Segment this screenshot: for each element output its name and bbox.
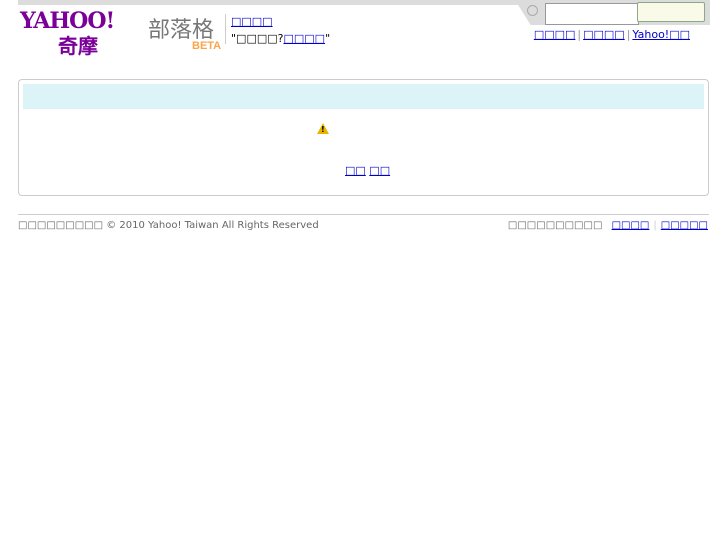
message-link-1[interactable]: □□: [345, 164, 366, 177]
footer-link-2[interactable]: □□□□□: [661, 220, 708, 231]
quote-text: "□□□□?: [231, 32, 284, 45]
top-links: □□□□ | □□□□ | Yahoo!□□: [533, 28, 690, 41]
message-header-band: [23, 84, 704, 109]
top-link-1[interactable]: □□□□: [534, 28, 576, 41]
top-link-2[interactable]: □□□□: [583, 28, 625, 41]
search-button[interactable]: [637, 2, 705, 22]
copyright: □□□□□□□□□ © 2010 Yahoo! Taiwan All Right…: [18, 220, 319, 231]
qimo-logo-text: 奇摩: [58, 34, 98, 58]
warning-icon: !: [317, 123, 329, 134]
footer-link-1[interactable]: □□□□: [612, 220, 650, 231]
message-link-2[interactable]: □□: [369, 164, 390, 177]
top-bar: [18, 0, 518, 5]
quote-link[interactable]: □□□□: [283, 32, 325, 45]
search-icon: [527, 5, 538, 16]
yahoo-blog-logo[interactable]: YAHOO! 奇摩 部落格 BETA: [20, 8, 222, 58]
quote-close: ": [325, 32, 331, 45]
footer-text: □□□□□□□□□□: [507, 220, 603, 231]
top-link-yahoo[interactable]: Yahoo!□□: [632, 28, 690, 41]
message-box: ! □□ □□: [18, 79, 709, 196]
footer-divider: [18, 214, 709, 215]
divider: [225, 14, 226, 44]
message-links: □□ □□: [345, 164, 390, 177]
footer-links: □□□□□□□□□□ □□□□ | □□□□□: [507, 220, 708, 231]
header-link[interactable]: □□□□: [231, 15, 273, 28]
search-input[interactable]: [545, 3, 639, 25]
beta-label: BETA: [192, 40, 222, 52]
header-quote: "□□□□?□□□□": [231, 32, 330, 45]
